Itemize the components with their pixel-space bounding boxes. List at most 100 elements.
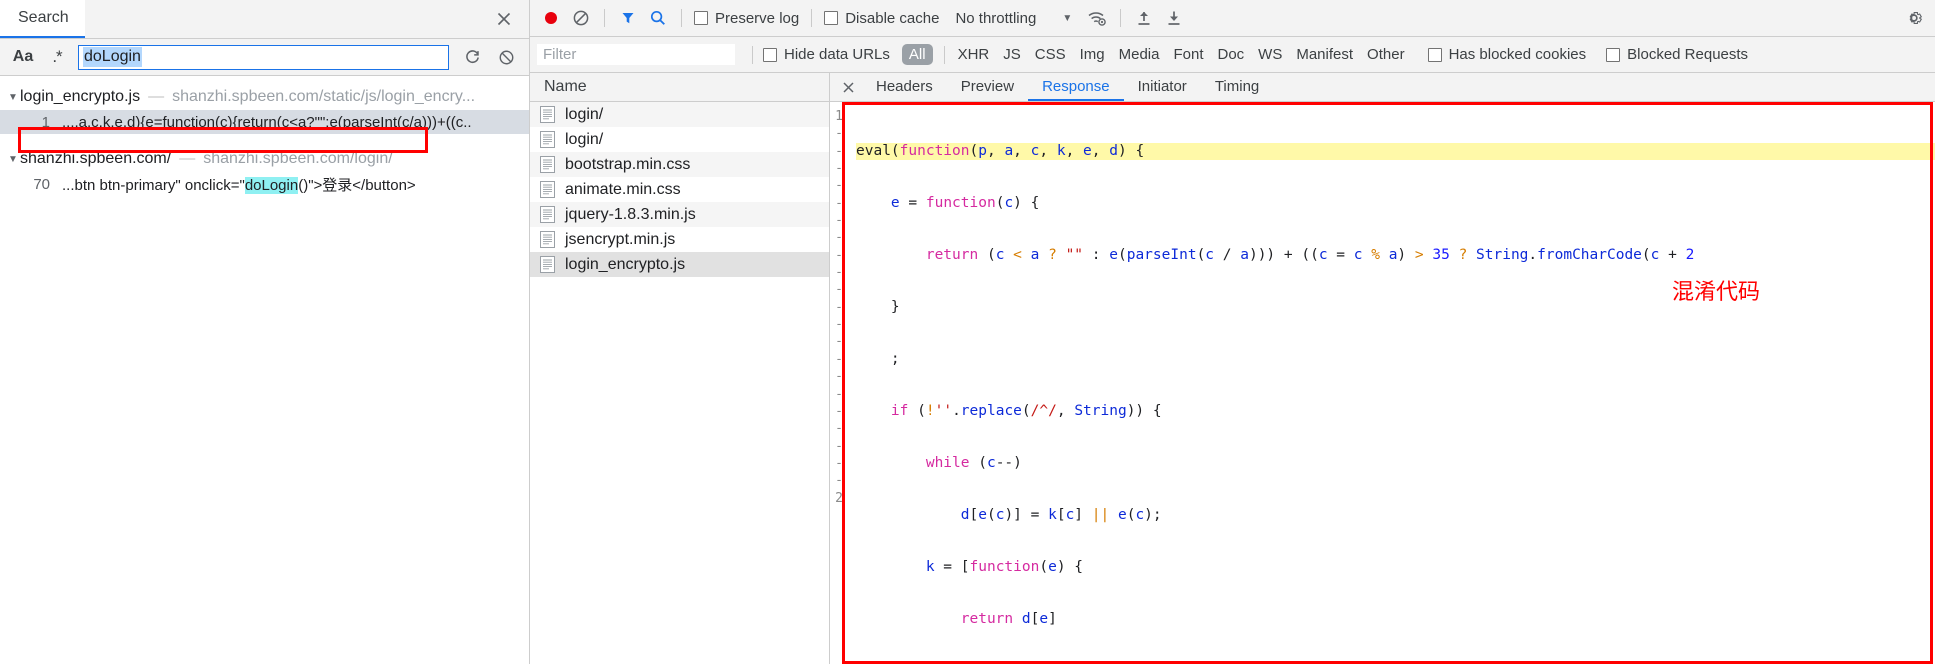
tab-search[interactable]: Search: [0, 0, 85, 38]
type-filter-other[interactable]: Other: [1360, 44, 1412, 65]
type-filter-doc[interactable]: Doc: [1210, 44, 1251, 65]
match-case-icon[interactable]: Aa: [6, 42, 40, 72]
request-row[interactable]: jquery-1.8.3.min.js: [530, 202, 829, 227]
regex-label: .*: [52, 47, 62, 66]
has-blocked-cookies-checkbox[interactable]: Has blocked cookies: [1427, 46, 1586, 63]
request-name: login/: [565, 105, 604, 123]
tab-headers[interactable]: Headers: [862, 73, 947, 101]
type-filter-media[interactable]: Media: [1112, 44, 1167, 65]
search-input[interactable]: doLogin: [78, 44, 449, 70]
fold-marker[interactable]: -: [830, 229, 843, 246]
fold-marker[interactable]: -: [830, 195, 843, 212]
fold-marker[interactable]: -: [830, 368, 843, 385]
tab-initiator[interactable]: Initiator: [1124, 73, 1201, 101]
code-line: return (c < a ? "" : e(parseInt(c / a)))…: [925, 246, 1695, 263]
request-list-header[interactable]: Name: [530, 73, 829, 102]
clear-prohibited-icon[interactable]: [566, 4, 596, 32]
search-result-group[interactable]: ▼ shanzhi.spbeen.com/ — shanzhi.spbeen.c…: [0, 146, 529, 172]
chevron-down-icon[interactable]: ▼: [6, 92, 20, 103]
type-filter-img[interactable]: Img: [1073, 44, 1112, 65]
request-row[interactable]: login/: [530, 102, 829, 127]
type-filter-all[interactable]: All: [901, 44, 933, 65]
result-line-snippet: ...,a,c,k,e,d){e=function(c){return(c<a?…: [62, 113, 472, 131]
type-filter-manifest[interactable]: Manifest: [1289, 44, 1360, 65]
tab-response[interactable]: Response: [1028, 73, 1124, 101]
regex-icon[interactable]: .*: [40, 42, 74, 72]
record-circle-icon[interactable]: [536, 4, 566, 32]
request-row[interactable]: bootstrap.min.css: [530, 152, 829, 177]
code-line: if (!''.replace(/^/, String)) {: [890, 402, 1162, 419]
fold-marker[interactable]: -: [830, 333, 843, 350]
code-line: }: [856, 298, 900, 315]
fold-marker[interactable]: -: [830, 143, 843, 160]
fold-marker[interactable]: -: [830, 403, 843, 420]
request-row-selected[interactable]: login_encrypto.js: [530, 252, 829, 277]
code-line: d[e(c)] = k[c] || e(c);: [960, 506, 1162, 523]
fold-marker[interactable]: -: [830, 264, 843, 281]
fold-marker[interactable]: -: [830, 281, 843, 298]
fold-marker[interactable]: -: [830, 455, 843, 472]
refresh-icon[interactable]: [455, 42, 489, 72]
search-result-line[interactable]: 1 ...,a,c,k,e,d){e=function(c){return(c<…: [0, 110, 529, 134]
checkbox-box: [763, 47, 777, 62]
fold-marker[interactable]: -: [830, 351, 843, 368]
code-line: while (c--): [925, 454, 1022, 471]
throttling-select[interactable]: No throttling ▼: [955, 10, 1072, 27]
result-file-url: shanzhi.spbeen.com/static/js/login_encry…: [172, 88, 476, 105]
tab-preview[interactable]: Preview: [947, 73, 1028, 101]
fold-marker[interactable]: -: [830, 386, 843, 403]
filter-input[interactable]: Filter: [536, 43, 736, 66]
blocked-requests-checkbox[interactable]: Blocked Requests: [1606, 46, 1748, 63]
preserve-log-checkbox[interactable]: Preserve log: [694, 10, 799, 27]
fold-marker[interactable]: -: [830, 125, 843, 142]
line-number-gutter: 1 - - - - - - - - - - - - - - - - - - - …: [830, 102, 848, 664]
request-name: jsencrypt.min.js: [565, 230, 676, 248]
chevron-down-icon[interactable]: ▼: [6, 154, 20, 165]
funnel-filter-icon[interactable]: [613, 4, 643, 32]
fold-marker[interactable]: -: [830, 160, 843, 177]
fold-marker[interactable]: -: [830, 438, 843, 455]
result-file-name: login_encrypto.js: [20, 88, 141, 105]
request-name: jquery-1.8.3.min.js: [565, 205, 696, 223]
tab-timing[interactable]: Timing: [1201, 73, 1273, 101]
gear-icon[interactable]: [1899, 4, 1929, 32]
disable-cache-checkbox[interactable]: Disable cache: [824, 10, 939, 27]
upload-arrow-icon[interactable]: [1129, 4, 1159, 32]
search-close-icon[interactable]: [489, 0, 529, 38]
hide-data-urls-checkbox[interactable]: Hide data URLs: [763, 46, 890, 63]
search-input-value: doLogin: [83, 47, 142, 67]
result-file-url: shanzhi.spbeen.com/login/: [203, 150, 393, 167]
wifi-settings-icon[interactable]: [1082, 4, 1112, 32]
fold-marker[interactable]: -: [830, 177, 843, 194]
detail-close-icon[interactable]: [834, 73, 862, 101]
fold-marker[interactable]: -: [830, 299, 843, 316]
result-dash: —: [148, 88, 165, 105]
network-body: Name login/ login/ bootstrap.min.css ani…: [530, 73, 1935, 664]
request-row[interactable]: animate.min.css: [530, 177, 829, 202]
request-row[interactable]: login/: [530, 127, 829, 152]
filterbar-divider: [943, 45, 945, 64]
fold-marker[interactable]: -: [830, 247, 843, 264]
search-result-group[interactable]: ▼ login_encrypto.js — shanzhi.spbeen.com…: [0, 84, 529, 110]
type-filter-js[interactable]: JS: [996, 44, 1028, 65]
search-result-line[interactable]: 70 ...btn btn-primary" onclick="doLogin(…: [0, 172, 529, 196]
request-detail-pane: Headers Preview Response Initiator Timin…: [830, 73, 1935, 664]
fold-marker[interactable]: -: [830, 212, 843, 229]
devtools-window: Search Aa .* doLogin ▼ login_encrypto.js…: [0, 0, 1935, 664]
fold-marker[interactable]: -: [830, 316, 843, 333]
response-code-viewer[interactable]: 1 - - - - - - - - - - - - - - - - - - - …: [830, 102, 1935, 664]
tab-timing-label: Timing: [1214, 77, 1260, 95]
type-filter-xhr[interactable]: XHR: [951, 44, 997, 65]
search-icon[interactable]: [643, 4, 673, 32]
download-arrow-icon[interactable]: [1159, 4, 1189, 32]
type-filter-css[interactable]: CSS: [1028, 44, 1073, 65]
code-line: ;: [856, 350, 900, 367]
clear-icon[interactable]: [489, 42, 523, 72]
checkbox-box: [824, 11, 839, 25]
search-results: ▼ login_encrypto.js — shanzhi.spbeen.com…: [0, 76, 529, 664]
fold-marker[interactable]: -: [830, 420, 843, 437]
type-filter-ws[interactable]: WS: [1251, 44, 1289, 65]
fold-marker[interactable]: -: [830, 472, 843, 489]
request-row[interactable]: jsencrypt.min.js: [530, 227, 829, 252]
type-filter-font[interactable]: Font: [1166, 44, 1210, 65]
